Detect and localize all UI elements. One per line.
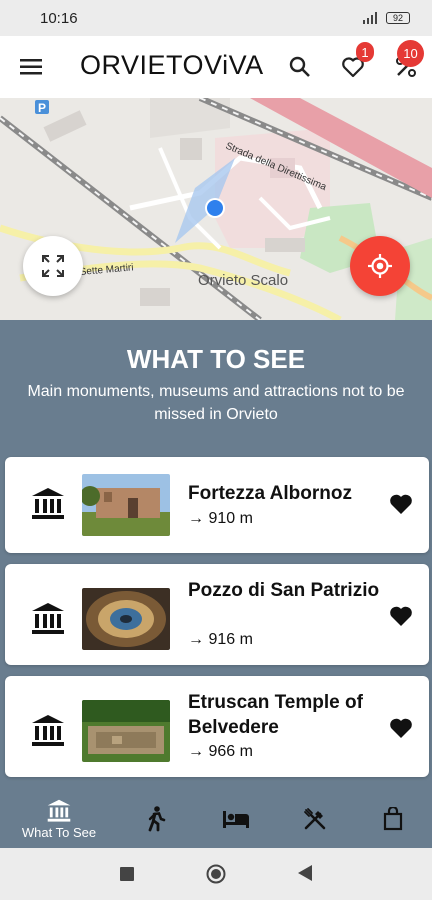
- expand-icon: [42, 255, 64, 277]
- app-logo: ORVIETOViVA: [80, 50, 264, 81]
- nav-shop[interactable]: [373, 790, 413, 848]
- place-card-fortezza[interactable]: Fortezza Albornoz → 910 m: [5, 457, 429, 553]
- search-button[interactable]: [280, 47, 320, 87]
- system-navigation-bar: [0, 848, 432, 900]
- favorite-heart-icon[interactable]: [389, 493, 413, 515]
- nav-what-to-see[interactable]: What To See: [10, 790, 108, 848]
- menu-button[interactable]: [11, 47, 51, 87]
- status-icons: 92: [362, 12, 410, 24]
- search-icon: [289, 56, 310, 77]
- logo-prefix: ORVIETO: [80, 50, 205, 80]
- locate-me-button[interactable]: [350, 236, 410, 296]
- place-thumbnail: [82, 474, 170, 536]
- favorites-badge: 1: [356, 42, 374, 62]
- svg-text:P: P: [38, 101, 46, 115]
- monument-icon: [32, 715, 64, 746]
- place-name: Etruscan Temple of Belvedere: [188, 692, 363, 738]
- nav-walk[interactable]: [136, 790, 176, 848]
- fork-knife-icon: [304, 808, 326, 830]
- my-location-icon: [368, 254, 392, 278]
- favorite-heart-icon[interactable]: [389, 605, 413, 627]
- offers-badge: 10: [397, 40, 424, 67]
- fullscreen-map-button[interactable]: [23, 236, 83, 296]
- battery-level: 92: [392, 13, 403, 23]
- monument-icon: [32, 488, 64, 519]
- section-subtitle: Main monuments, museums and attractions …: [27, 383, 405, 423]
- place-thumbnail: [82, 700, 170, 762]
- place-card-etruscan-temple[interactable]: Etruscan Temple of Belvedere → 966 m: [5, 676, 429, 777]
- battery-icon: 92: [386, 12, 410, 24]
- hamburger-icon: [20, 59, 42, 75]
- bottom-navigation: What To See: [0, 790, 432, 848]
- home-icon[interactable]: [206, 864, 226, 884]
- nav-eat[interactable]: [294, 790, 336, 848]
- signal-icon: [363, 12, 377, 24]
- place-thumbnail: [82, 588, 170, 650]
- logo-suffix: ViVA: [204, 50, 264, 80]
- monument-icon: [32, 603, 64, 634]
- place-distance: → 910 m: [188, 510, 253, 527]
- nav-label-what-to-see: What To See: [21, 824, 97, 840]
- shopping-bag-icon: [383, 807, 403, 831]
- status-bar: 10:16 92: [0, 0, 432, 36]
- monument-icon: [47, 799, 71, 822]
- place-distance: → 966 m: [188, 743, 253, 760]
- favorite-heart-icon[interactable]: [389, 717, 413, 739]
- section-title: WHAT TO SEE: [126, 344, 306, 374]
- place-name: Fortezza Albornoz: [188, 483, 352, 504]
- status-time: 10:16: [40, 9, 78, 27]
- back-icon[interactable]: [298, 865, 312, 881]
- what-to-see-section: WHAT TO SEE Main monuments, museums and …: [0, 320, 432, 790]
- place-label: Orvieto Scalo: [198, 272, 288, 289]
- bed-icon: [223, 811, 249, 828]
- place-distance: → 916 m: [188, 631, 253, 648]
- place-name: Pozzo di San Patrizio: [188, 580, 380, 601]
- place-card-pozzo[interactable]: Pozzo di San Patrizio → 916 m: [5, 564, 429, 665]
- walk-icon: [148, 806, 166, 832]
- nav-sleep[interactable]: [214, 790, 258, 848]
- recents-icon[interactable]: [120, 867, 134, 881]
